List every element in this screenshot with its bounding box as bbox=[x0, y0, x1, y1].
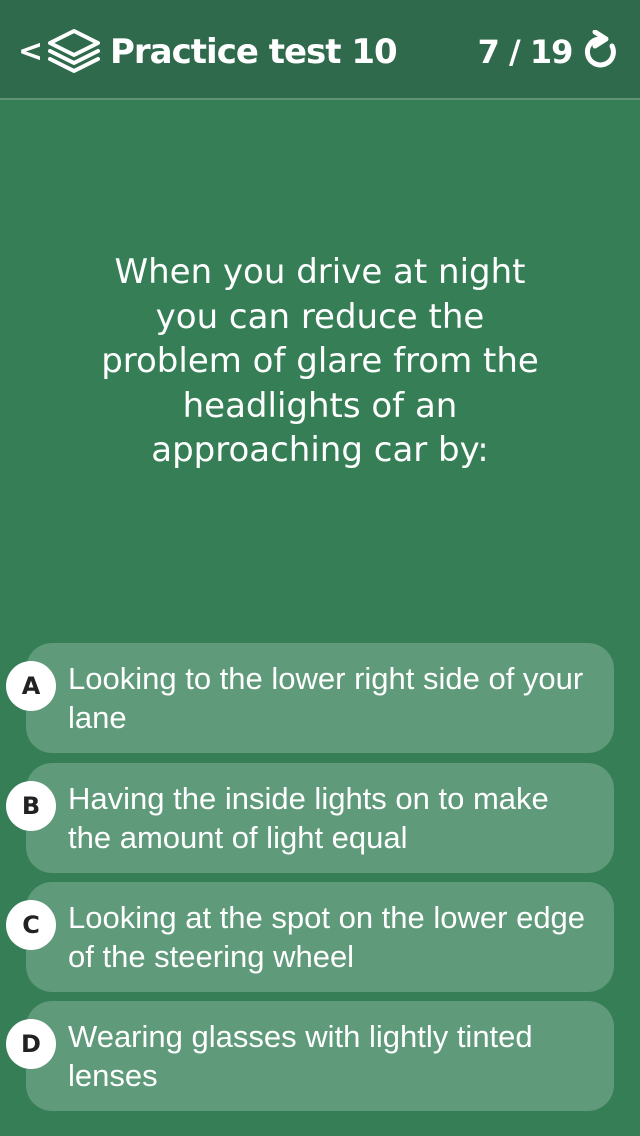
layers-icon bbox=[48, 29, 100, 73]
page-title: Practice test 10 bbox=[110, 32, 398, 72]
refresh-icon[interactable] bbox=[582, 30, 622, 74]
answer-option-d[interactable]: Wearing glasses with lightly tinted lens… bbox=[26, 1001, 614, 1111]
answer-text: Having the inside lights on to make the … bbox=[68, 781, 549, 855]
answer-option-c[interactable]: Looking at the spot on the lower edge of… bbox=[26, 882, 614, 992]
answer-letter-badge: B bbox=[6, 781, 56, 831]
answer-letter-badge: A bbox=[6, 661, 56, 711]
answer-text: Wearing glasses with lightly tinted lens… bbox=[68, 1019, 533, 1093]
question-counter: 7 / 19 bbox=[477, 33, 574, 71]
answer-text: Looking to the lower right side of your … bbox=[68, 661, 584, 735]
answer-text: Looking at the spot on the lower edge of… bbox=[68, 900, 586, 974]
header-bar: < Practice test 10 7 / 19 bbox=[0, 0, 640, 100]
back-button[interactable]: < bbox=[18, 34, 44, 70]
answer-letter-badge: D bbox=[6, 1019, 56, 1069]
answer-letter-badge: C bbox=[6, 900, 56, 950]
answer-option-a[interactable]: Looking to the lower right side of your … bbox=[26, 643, 614, 753]
answer-option-b[interactable]: Having the inside lights on to make the … bbox=[26, 763, 614, 873]
question-text: When you drive at night you can reduce t… bbox=[101, 252, 539, 470]
